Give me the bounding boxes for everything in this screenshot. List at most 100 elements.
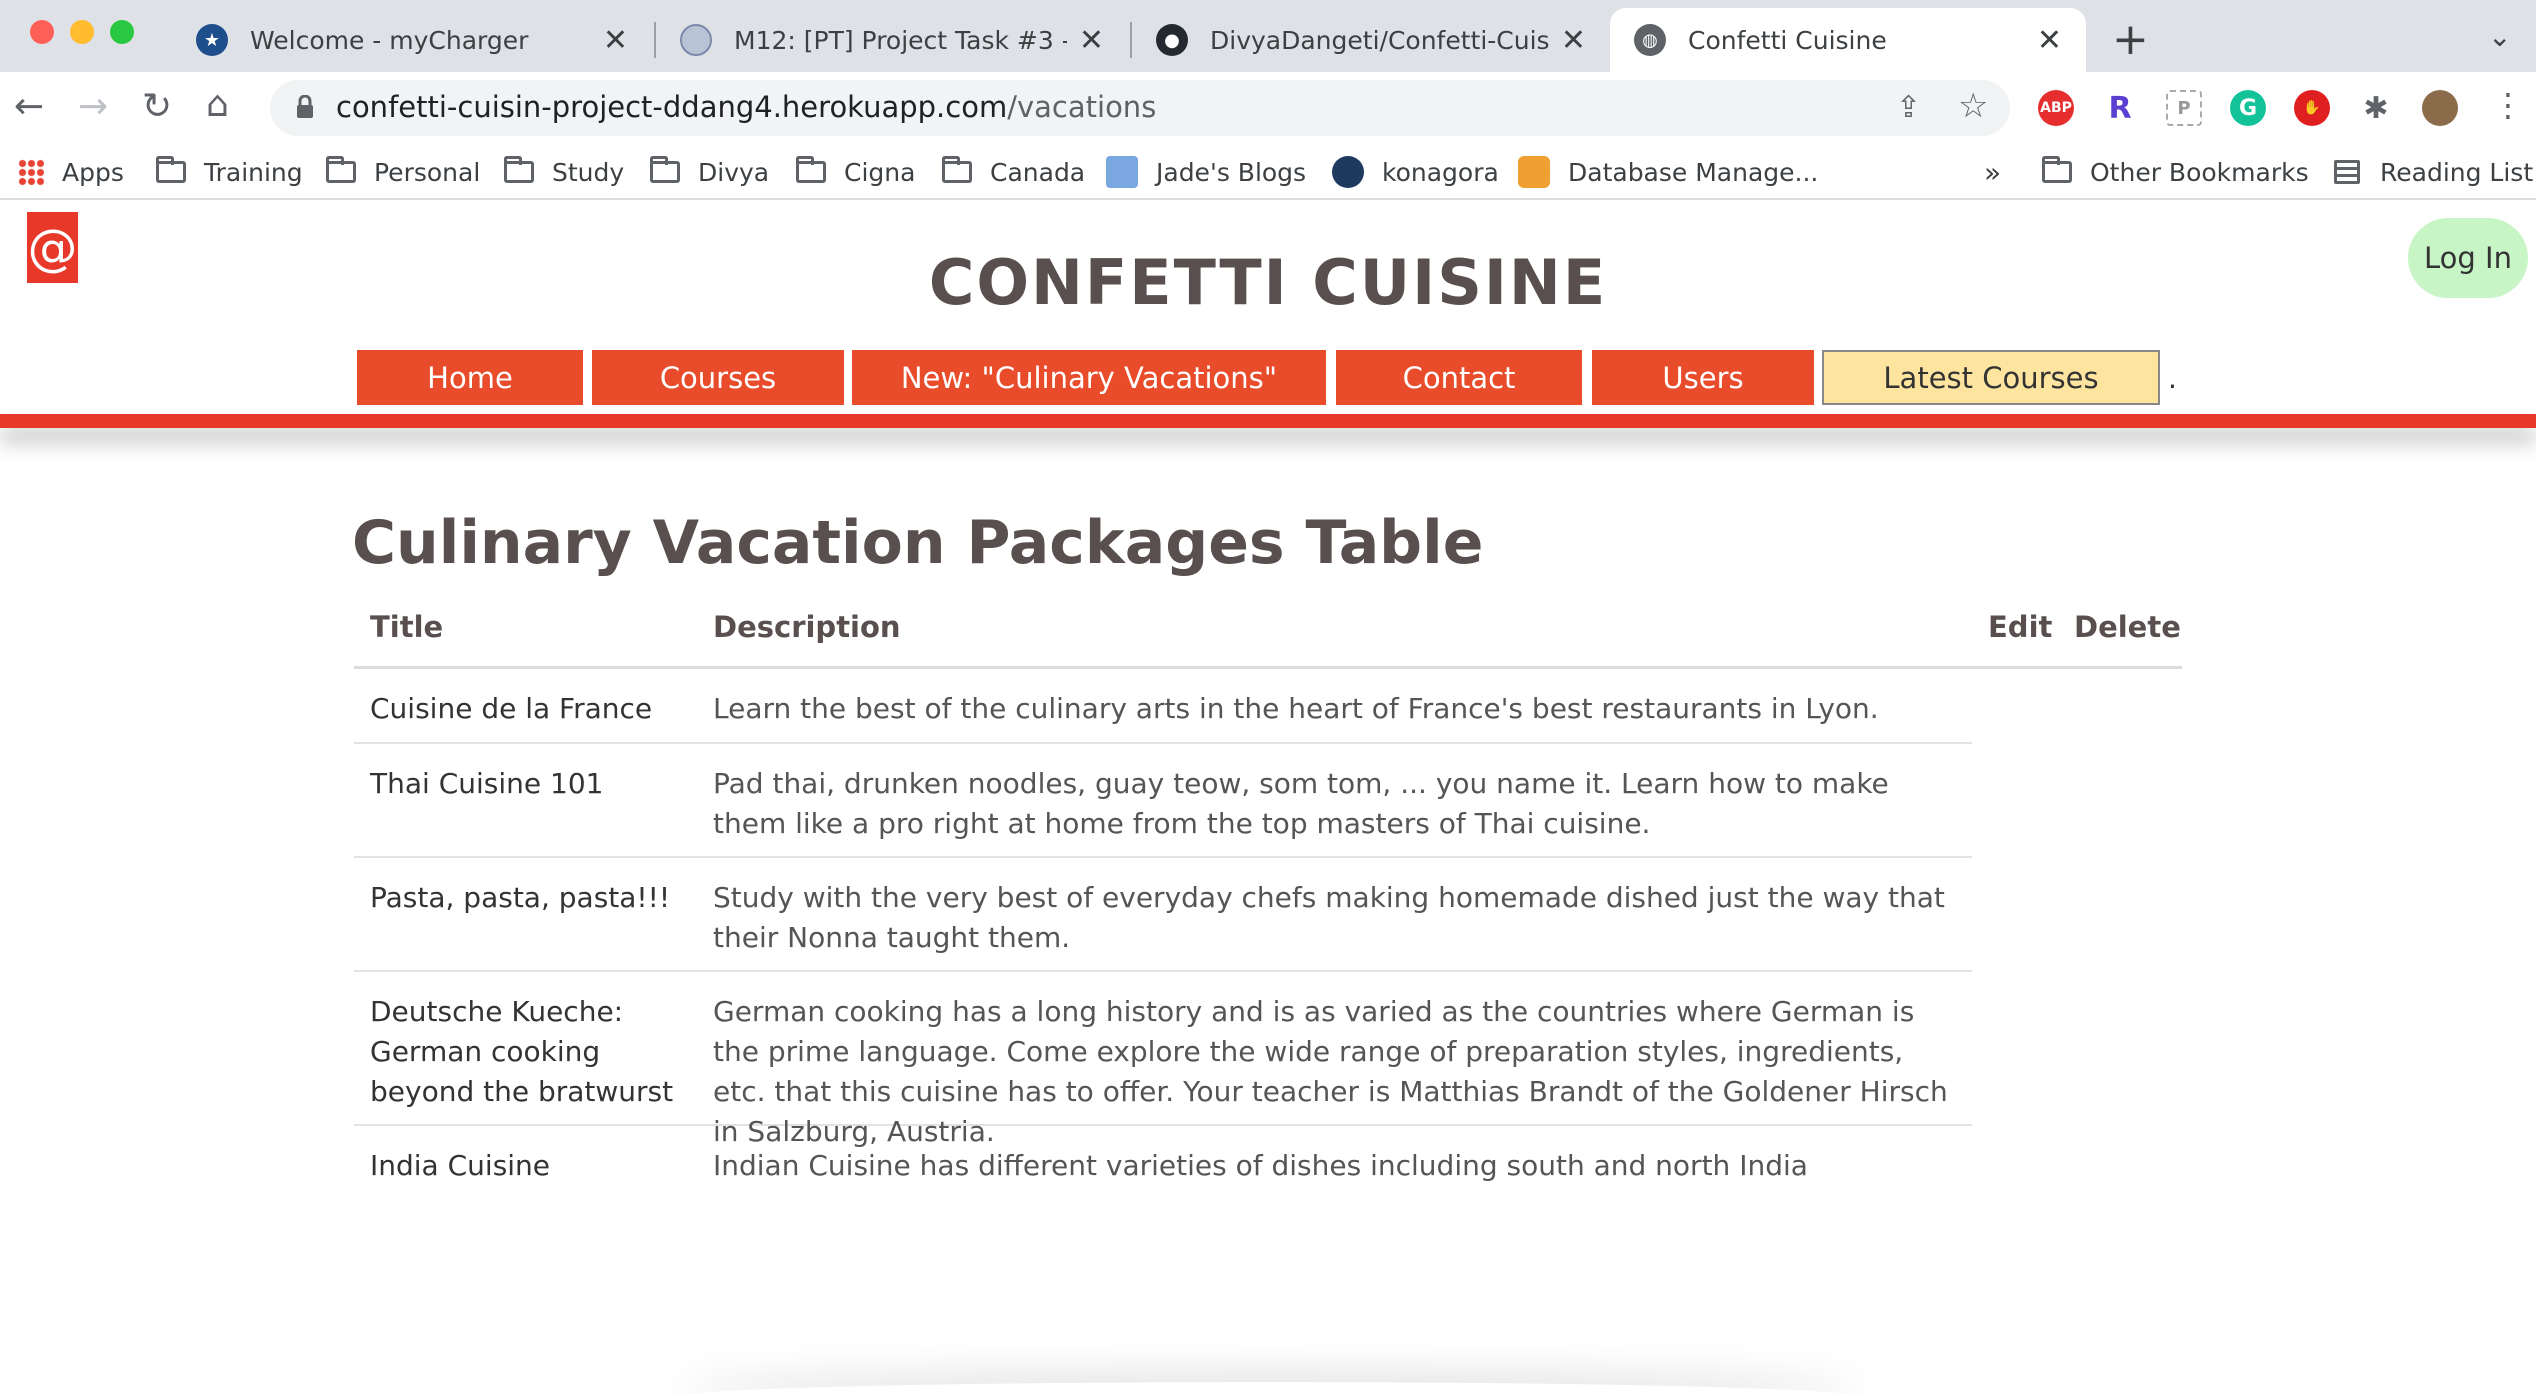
vacation-description: Pad thai, drunken noodles, guay teow, so…	[713, 767, 1889, 840]
bookmark-other-bookmarks[interactable]: Other Bookmarks	[2042, 152, 2309, 192]
new-tab-plus-icon[interactable]: +	[2112, 14, 2149, 65]
apps-grid-icon	[18, 159, 44, 185]
tab-title: M12: [PT] Project Task #3 - Enh	[734, 25, 1067, 55]
bookmark-cigna[interactable]: Cigna	[796, 152, 915, 192]
bookmark-personal[interactable]: Personal	[326, 152, 480, 192]
bookmark-konagora[interactable]: konagora	[1332, 152, 1499, 192]
back-arrow-icon[interactable]: ←	[14, 86, 44, 127]
tab-close-icon[interactable]: ✕	[1079, 23, 1104, 58]
vacation-description: Learn the best of the culinary arts in t…	[713, 692, 1879, 725]
column-header-edit: Edit	[1988, 610, 2053, 644]
puzzle-extensions-icon[interactable]: ✱	[2358, 90, 2394, 126]
folder-icon	[796, 156, 826, 183]
browser-tab[interactable]: ● DivyaDangeti/Confetti-Cuisine- ✕	[1132, 8, 1610, 72]
grammarly-icon[interactable]: G	[2230, 90, 2266, 126]
github-icon: ●	[1156, 24, 1188, 56]
bookmark-database-manage[interactable]: Database Manage...	[1518, 152, 1818, 192]
forward-arrow-icon[interactable]: →	[78, 86, 108, 127]
home-icon[interactable]: ⌂	[206, 84, 229, 125]
database-favicon-icon	[1518, 156, 1550, 188]
bookmark-label: Apps	[62, 157, 124, 187]
table-row: Thai Cuisine 101 Pad thai, drunken noodl…	[354, 744, 1972, 858]
bookmark-training[interactable]: Training	[156, 152, 303, 192]
share-icon[interactable]: ⇪	[1896, 90, 1921, 125]
vacation-title: Deutsche Kueche: German cooking beyond t…	[370, 995, 674, 1108]
login-button[interactable]: Log In	[2408, 218, 2528, 298]
r-extension-icon[interactable]: R	[2102, 90, 2138, 126]
folder-icon	[156, 156, 186, 183]
header-divider	[0, 414, 2536, 428]
bookmark-canada[interactable]: Canada	[942, 152, 1085, 192]
bookmarks-overflow-chevron-icon[interactable]: »	[1984, 152, 2001, 192]
tab-close-icon[interactable]: ✕	[603, 23, 628, 58]
column-header-delete: Delete	[2074, 610, 2181, 644]
nav-home[interactable]: Home	[357, 350, 583, 405]
footer-shadow	[680, 1382, 1860, 1396]
folder-icon	[942, 156, 972, 183]
bookmark-label: Study	[552, 157, 625, 187]
nav-latest-courses[interactable]: Latest Courses	[1822, 350, 2160, 405]
university-seal-icon	[680, 24, 712, 56]
nav-courses[interactable]: Courses	[592, 350, 844, 405]
vacation-title: Cuisine de la France	[370, 692, 653, 725]
window-zoom-button[interactable]	[110, 20, 134, 44]
bookmark-label: Cigna	[844, 157, 916, 187]
url-path: /vacations	[1007, 90, 1157, 124]
folder-icon	[326, 156, 356, 183]
tab-title: Confetti Cuisine	[1688, 25, 1887, 55]
adblock-plus-icon[interactable]: ABP	[2038, 90, 2074, 126]
vacation-description: Indian Cuisine has different varieties o…	[713, 1149, 1808, 1182]
folder-icon	[504, 156, 534, 183]
konagora-favicon-icon	[1332, 156, 1364, 188]
reading-list-button[interactable]: Reading List	[2334, 152, 2533, 192]
nav-culinary-vacations[interactable]: New: "Culinary Vacations"	[852, 350, 1326, 405]
folder-icon	[650, 156, 680, 183]
table-row: Deutsche Kueche: German cooking beyond t…	[354, 972, 1972, 1148]
lock-icon[interactable]	[296, 94, 314, 123]
bookmark-divya[interactable]: Divya	[650, 152, 769, 192]
bookmark-label: Canada	[990, 157, 1086, 187]
site-title: CONFETTI CUISINE	[928, 246, 1608, 319]
url-text[interactable]: confetti-cuisin-project-ddang4.herokuapp…	[336, 90, 1156, 124]
bookmark-jades-blogs[interactable]: Jade's Blogs	[1106, 152, 1306, 192]
reload-icon[interactable]: ↻	[142, 86, 172, 127]
page-title: Culinary Vacation Packages Table	[352, 508, 1484, 578]
menu-kebab-icon[interactable]: ⋮	[2492, 86, 2524, 124]
window-minimize-button[interactable]	[70, 20, 94, 44]
vacation-title: Pasta, pasta, pasta!!!	[370, 881, 671, 914]
bookmark-label: Training	[204, 157, 303, 187]
browser-tab-active[interactable]: ◍ Confetti Cuisine ✕	[1610, 8, 2086, 72]
profile-avatar[interactable]	[2422, 90, 2458, 126]
tab-search-chevron-icon[interactable]: ⌄	[2488, 20, 2511, 53]
vacation-title: Thai Cuisine 101	[370, 767, 604, 800]
web-page: @ CONFETTI CUISINE Log In Home Courses N…	[0, 202, 2536, 1396]
bookmark-label: Other Bookmarks	[2090, 157, 2309, 187]
tab-title: Welcome - myCharger	[250, 25, 529, 55]
blog-favicon-icon	[1106, 156, 1138, 188]
bookmark-apps[interactable]: Apps	[18, 152, 124, 192]
browser-tab[interactable]: ★ Welcome - myCharger ✕	[172, 8, 652, 72]
bookmark-star-icon[interactable]: ☆	[1958, 86, 1988, 126]
nav-contact[interactable]: Contact	[1336, 350, 1582, 405]
nav-users[interactable]: Users	[1592, 350, 1814, 405]
globe-icon: ◍	[1634, 24, 1666, 56]
browser-tab-bar: ★ Welcome - myCharger ✕ M12: [PT] Projec…	[0, 0, 2536, 72]
tab-close-icon[interactable]: ✕	[2037, 23, 2062, 58]
column-header-description: Description	[713, 610, 901, 644]
tab-close-icon[interactable]: ✕	[1561, 23, 1586, 58]
bookmark-label: Reading List	[2380, 157, 2534, 187]
bookmark-label: Database Manage...	[1568, 157, 1819, 187]
p-extension-icon[interactable]: P	[2166, 90, 2202, 126]
bookmark-label: Personal	[374, 157, 481, 187]
table-row: Cuisine de la France Learn the best of t…	[354, 669, 1972, 744]
reading-list-icon	[2334, 160, 2360, 184]
table-row: Pasta, pasta, pasta!!! Study with the ve…	[354, 858, 1972, 972]
window-close-button[interactable]	[30, 20, 54, 44]
stop-hand-icon[interactable]: ✋	[2294, 90, 2330, 126]
nav-trailing-text: .	[2168, 362, 2177, 395]
folder-icon	[2042, 156, 2072, 183]
table-row: India Cuisine Indian Cuisine has differe…	[354, 1126, 1972, 1201]
bookmark-label: konagora	[1382, 157, 1499, 187]
bookmark-study[interactable]: Study	[504, 152, 624, 192]
browser-tab[interactable]: M12: [PT] Project Task #3 - Enh ✕	[656, 8, 1128, 72]
